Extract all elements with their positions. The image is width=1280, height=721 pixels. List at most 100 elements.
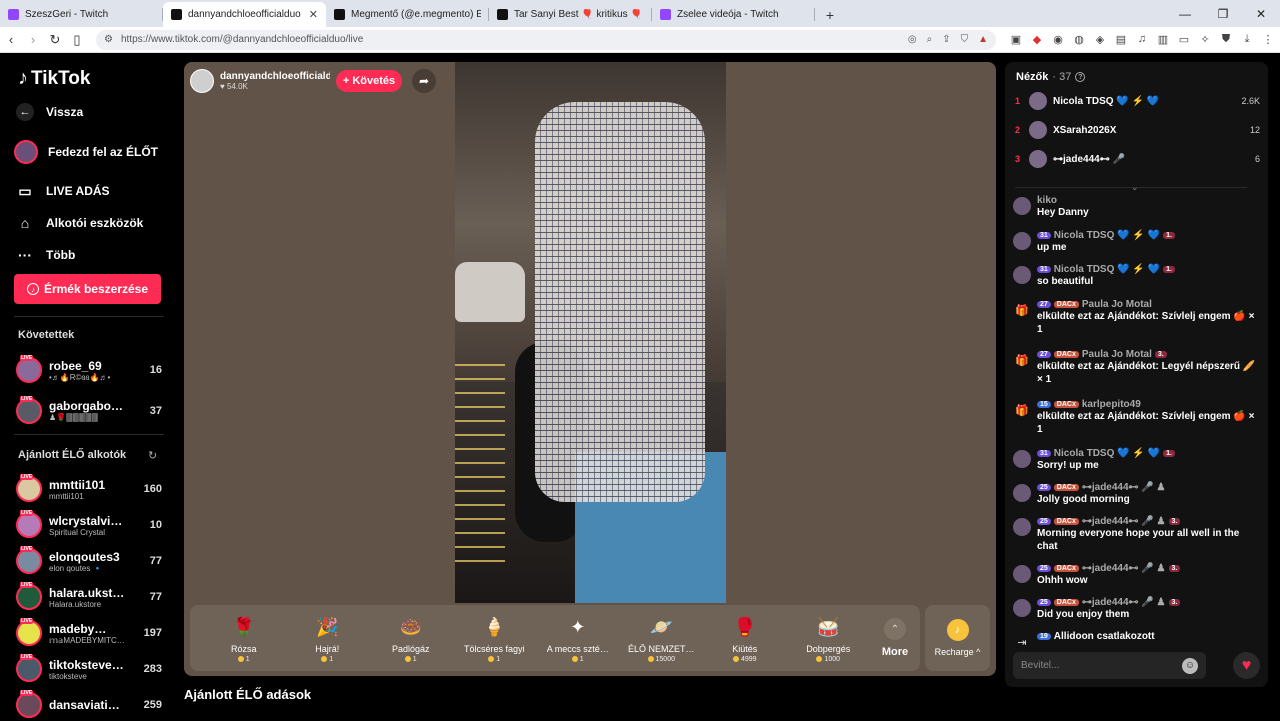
- chat-input[interactable]: Bevitel... ☺: [1013, 652, 1206, 679]
- gift-item[interactable]: 🍩 Padlógáz 1: [369, 614, 453, 663]
- maximize-button[interactable]: ❐: [1204, 0, 1242, 27]
- chat-username[interactable]: ⊶jade444⊷ 🎤 ♟: [1082, 516, 1166, 527]
- music-icon[interactable]: ♫: [1136, 33, 1148, 46]
- browser-tab[interactable]: Zselee videója - Twitch: [652, 2, 815, 27]
- new-tab-button[interactable]: +: [815, 2, 845, 27]
- extension-icon-5[interactable]: ▤: [1115, 33, 1127, 46]
- sidebar-toggle-icon[interactable]: ▥: [1157, 33, 1169, 46]
- tiktok-logo[interactable]: ♪ TikTok: [18, 67, 90, 90]
- account-item[interactable]: wlcrystalvi…Spiritual Crystal 10: [16, 509, 162, 541]
- chat-username[interactable]: ⊶jade444⊷ 🎤 ♟: [1082, 597, 1166, 608]
- extension-icon-2[interactable]: ◉: [1052, 33, 1064, 46]
- account-item[interactable]: gaborgabo…♟🌹🀫🀫🀫🀫🀫 37: [16, 395, 162, 427]
- gift-item[interactable]: 🌹 Rózsa 1: [202, 614, 286, 663]
- chat-username[interactable]: kiko: [1037, 195, 1057, 206]
- chat-avatar[interactable]: [1013, 232, 1031, 250]
- download-icon[interactable]: ⤓: [1241, 33, 1253, 46]
- emoji-icon[interactable]: ☺: [1182, 657, 1198, 674]
- gift-item[interactable]: 🍦 Tölcséres fagyi 1: [453, 614, 537, 663]
- chat-username[interactable]: Nicola TDSQ 💙 ⚡ 💙: [1054, 230, 1160, 241]
- site-settings-icon[interactable]: ⚙: [104, 34, 113, 45]
- chat-username[interactable]: ⊶jade444⊷ 🎤 ♟: [1082, 482, 1166, 493]
- account-item[interactable]: mmttii101mmttii101 160: [16, 473, 162, 505]
- star-icon[interactable]: ✧: [1199, 33, 1211, 46]
- wallet-icon[interactable]: ▭: [1178, 33, 1190, 46]
- chat-avatar[interactable]: [1013, 599, 1031, 617]
- host-name[interactable]: dannyandchloeofficiald…: [220, 71, 330, 82]
- chat-username[interactable]: Allidoon: [1054, 631, 1094, 642]
- chat-username[interactable]: Paula Jo Motal: [1082, 349, 1152, 360]
- chat-avatar[interactable]: [1013, 197, 1031, 215]
- cast-icon[interactable]: ◎: [908, 34, 917, 45]
- viewer-rank-row[interactable]: 1 Nicola TDSQ 💙 ⚡ 💙 2.6K: [1015, 90, 1260, 112]
- menu-icon[interactable]: ⋮: [1262, 33, 1274, 46]
- buy-coins-button[interactable]: ♪ Érmék beszerzése: [14, 274, 161, 304]
- account-item[interactable]: madeby…𝕞𝕒MADEBYMITC… 197: [16, 617, 162, 649]
- host-avatar[interactable]: [190, 69, 214, 93]
- more-gifts-button[interactable]: ⌃ More: [870, 618, 920, 658]
- browser-tab[interactable]: dannyandchloeofficialduo (@da… ✕: [163, 2, 326, 27]
- browser-tab[interactable]: Megmentő (@e.megmento) ÉLŐ adá…: [326, 2, 489, 27]
- extension-icon-3[interactable]: ◍: [1073, 33, 1085, 46]
- back-link[interactable]: ← Vissza: [14, 101, 83, 123]
- triangle-icon[interactable]: ▲: [978, 34, 988, 45]
- live-video[interactable]: [455, 62, 726, 603]
- gift-item[interactable]: 🥊 Kiütés 4999: [703, 614, 787, 663]
- viewer-rank-row[interactable]: 3 ⊶jade444⊷ 🎤 6: [1015, 148, 1260, 170]
- chat-username[interactable]: Paula Jo Motal: [1082, 299, 1152, 310]
- chat-text: Jolly good morning: [1037, 494, 1130, 505]
- zoom-icon[interactable]: ⌕: [927, 34, 933, 45]
- chat-username[interactable]: karlpepito49: [1082, 399, 1141, 410]
- chat-avatar[interactable]: [1013, 565, 1031, 583]
- chat-message: 25 DACx ⊶jade444⊷ 🎤 ♟ Jolly good morning: [1013, 482, 1261, 506]
- account-item[interactable]: tiktoksteve…tiktoksteve 283: [16, 653, 162, 685]
- url-field[interactable]: ⚙ https://www.tiktok.com/@dannyandchloeo…: [96, 29, 996, 50]
- extension-icon-1[interactable]: ◆: [1031, 33, 1043, 46]
- share-icon[interactable]: ➦: [412, 69, 436, 93]
- chevron-down-icon[interactable]: ⌄: [1131, 182, 1139, 193]
- bookmark-icon[interactable]: ▯: [66, 32, 88, 48]
- sidebar-nav-item[interactable]: ▭ LIVE ADÁS: [14, 180, 109, 202]
- account-item[interactable]: elonqoutes3elon qoutes 🔹 77: [16, 545, 162, 577]
- follow-button[interactable]: + Követés: [336, 70, 402, 92]
- like-heart-button[interactable]: ♥: [1233, 652, 1260, 679]
- share-page-icon[interactable]: ⇪: [942, 34, 950, 45]
- gift-item[interactable]: 🥁 Dobpergés 1000: [787, 614, 871, 663]
- forward-arrow-icon[interactable]: ›: [22, 32, 44, 47]
- chat-avatar[interactable]: [1013, 450, 1031, 468]
- viewer-rank-row[interactable]: 2 XSarah2026X 12: [1015, 119, 1260, 141]
- sidebar-nav-item[interactable]: ··· Több: [14, 244, 75, 266]
- gift-name: ÉLŐ NEMZET…: [627, 643, 695, 654]
- refresh-icon[interactable]: ↻: [44, 32, 66, 48]
- gift-item[interactable]: ✦ A meccs szté… 1: [536, 614, 620, 663]
- extension-icon-4[interactable]: ◈: [1094, 33, 1106, 46]
- account-item[interactable]: robee_69•♬🔥R©ɞɞ🔥♬• 16: [16, 354, 162, 386]
- close-window-button[interactable]: ✕: [1242, 0, 1280, 27]
- vpn-icon[interactable]: ⛊: [1220, 33, 1232, 46]
- account-item[interactable]: dansaviati… 259: [16, 689, 162, 721]
- chat-username[interactable]: ⊶jade444⊷ 🎤 ♟: [1082, 563, 1166, 574]
- sidebar-nav-item[interactable]: Fedezd fel az ÉLŐT: [14, 140, 158, 164]
- chat-username[interactable]: Nicola TDSQ 💙 ⚡ 💙: [1054, 448, 1160, 459]
- info-icon[interactable]: ?: [1075, 72, 1086, 82]
- sidebar-nav-item[interactable]: ⌂ Alkotói eszközök: [14, 212, 144, 234]
- shield-icon[interactable]: ⛉: [961, 34, 969, 45]
- chat-username[interactable]: Nicola TDSQ 💙 ⚡ 💙: [1054, 264, 1160, 275]
- chat-text: so beautiful: [1037, 276, 1094, 287]
- browser-tab[interactable]: SzeszGeri - Twitch: [0, 2, 163, 27]
- minimize-button[interactable]: —: [1166, 0, 1204, 27]
- browser-tab[interactable]: Tar Sanyi Best 🎈 kritikus 🎈 (@szop…: [489, 2, 652, 27]
- gift-item[interactable]: 🪐 ÉLŐ NEMZET… 15000: [620, 614, 704, 663]
- translate-icon[interactable]: ▣: [1010, 33, 1022, 46]
- back-arrow-icon[interactable]: ‹: [0, 32, 22, 47]
- recharge-button[interactable]: ♪ Recharge ^: [925, 605, 990, 671]
- tab-close-icon[interactable]: ✕: [309, 8, 318, 21]
- chat-avatar[interactable]: [1013, 266, 1031, 284]
- gift-item[interactable]: 🎉 Hajrá! 1: [286, 614, 370, 663]
- account-item[interactable]: halara.ukst…Halara.ukstore 77: [16, 581, 162, 613]
- refresh-icon[interactable]: ↻: [148, 449, 157, 462]
- chat-body: 25 DACx ⊶jade444⊷ 🎤 ♟ 3. Morning everyone ho…: [1037, 516, 1261, 553]
- chat-avatar[interactable]: [1013, 484, 1031, 502]
- chat-avatar[interactable]: [1013, 518, 1031, 536]
- account-text: tiktoksteve… tiktoksteve: [49, 658, 137, 681]
